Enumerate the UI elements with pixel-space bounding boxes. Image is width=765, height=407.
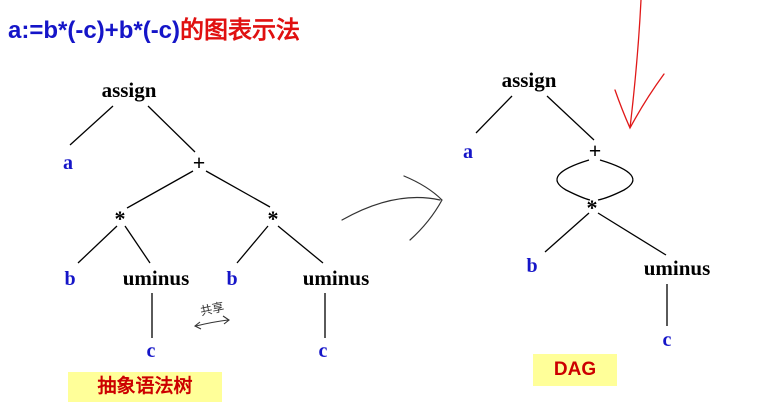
ast-edge-star-right-b (236, 225, 269, 264)
double-arrow-icon (195, 319, 229, 327)
ast-node-star-left: * (115, 206, 126, 231)
transform-arrow-icon (341, 175, 443, 241)
dag-edges (475, 95, 668, 326)
ast-edge-plus-star-left (126, 170, 194, 209)
dag-label: DAG (533, 354, 617, 386)
dag-edge-star-b (544, 212, 590, 253)
ast-edge-star-left-b (77, 225, 118, 264)
ast-nodes: assign a + * * b uminus b uminus c c (63, 78, 369, 362)
dag-edge-star-uminus (597, 212, 667, 256)
dag-edge-assign-a (475, 95, 513, 134)
dag-node-c: c (663, 329, 672, 351)
dag-node-star: * (587, 195, 598, 220)
ast-node-uminus-right: uminus (303, 266, 370, 290)
ast-node-a: a (63, 152, 73, 174)
handwritten-share-note: 共享 (193, 299, 230, 330)
ast-node-uminus-left: uminus (123, 266, 190, 290)
dag-edge-plus-star-right (597, 159, 634, 201)
ast-edge-assign-a (69, 105, 114, 146)
ast-edge-plus-star-right (205, 170, 271, 208)
ast-node-c-left: c (147, 340, 156, 362)
ast-edge-star-left-uminus (124, 225, 151, 264)
ast-node-assign: assign (102, 78, 157, 102)
ast-label: 抽象语法树 (68, 372, 222, 402)
dag-node-b: b (526, 255, 537, 277)
dag-edge-plus-star-left (556, 159, 591, 201)
dag-node-plus: + (589, 138, 602, 163)
ast-node-b-left: b (64, 268, 75, 290)
ast-edge-assign-plus (147, 105, 196, 153)
dag-node-assign: assign (502, 68, 557, 92)
dag-edge-assign-plus (546, 95, 595, 141)
ast-node-star-right: * (268, 206, 279, 231)
dag-nodes: assign a + * b uminus c (463, 68, 710, 351)
ast-edge-star-right-uminus (277, 225, 324, 264)
dag-node-uminus: uminus (644, 256, 711, 280)
ast-node-c-right: c (319, 340, 328, 362)
ast-edges (69, 105, 326, 338)
ast-node-plus: + (193, 150, 206, 175)
red-pointer-arrow-icon (614, 0, 665, 130)
dag-node-a: a (463, 141, 473, 163)
share-note-text: 共享 (199, 299, 226, 319)
tree-diagrams: assign a + * * b uminus b uminus c c 共享 … (63, 0, 710, 362)
ast-node-b-right: b (226, 268, 237, 290)
